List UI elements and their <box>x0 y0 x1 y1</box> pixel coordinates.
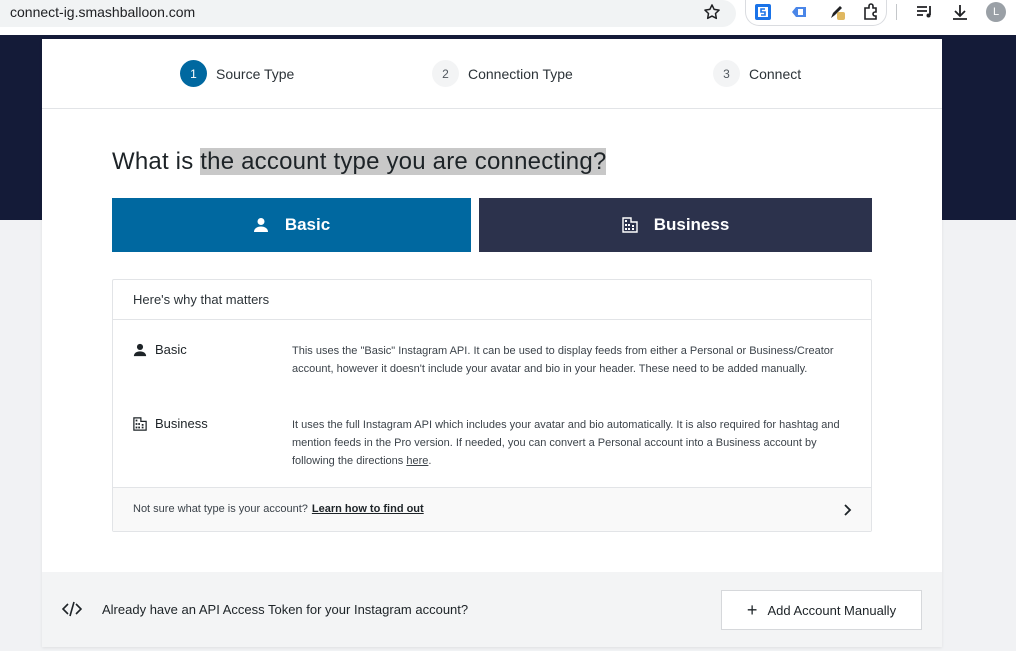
media-control-icon[interactable] <box>915 2 935 22</box>
code-icon <box>62 601 82 617</box>
business-name-label: Business <box>155 416 208 431</box>
step-number: 1 <box>180 60 207 87</box>
account-type-question: Not sure what type is your account? Learn… <box>133 503 424 515</box>
plus-icon: + <box>746 600 758 620</box>
basic-account-button[interactable]: Basic <box>112 198 471 252</box>
building-icon <box>622 217 638 233</box>
title-highlight: the account type you are connecting? <box>200 148 607 175</box>
business-account-button[interactable]: Business <box>479 198 872 252</box>
browser-toolbar: connect-ig.smashballoon.com L <box>0 0 1016 35</box>
step-label: Connection Type <box>468 65 573 82</box>
profile-avatar[interactable]: L <box>986 2 1006 22</box>
info-title: Here's why that matters <box>133 292 270 307</box>
step-connect: 3 Connect <box>713 60 801 87</box>
business-desc-end: . <box>428 455 432 467</box>
add-account-label: Add Account Manually <box>767 602 897 618</box>
question-text: Not sure what type is your account? <box>133 503 308 515</box>
basic-name: Basic <box>133 342 187 357</box>
bookmark-star-icon[interactable] <box>702 2 722 22</box>
user-icon <box>253 218 268 232</box>
extensions-group <box>745 0 887 26</box>
here-link[interactable]: here <box>406 455 428 467</box>
basic-name-label: Basic <box>155 342 187 357</box>
page-title: What is the account type you are connect… <box>112 148 607 176</box>
step-label: Connect <box>749 65 802 82</box>
download-icon[interactable] <box>950 2 970 22</box>
extension-pen-icon[interactable] <box>828 3 846 21</box>
add-account-manually-button[interactable]: + Add Account Manually <box>721 590 922 630</box>
basic-description: This uses the "Basic" Instagram API. It … <box>292 345 834 375</box>
step-number: 2 <box>432 60 459 87</box>
stepper: 1 Source Type 2 Connection Type 3 Connec… <box>42 39 942 109</box>
user-icon <box>133 343 147 356</box>
business-desc-text: It uses the full Instagram API which inc… <box>292 419 840 467</box>
extensions-puzzle-icon[interactable] <box>862 3 880 21</box>
step-label: Source Type <box>216 65 295 82</box>
connect-card: 1 Source Type 2 Connection Type 3 Connec… <box>42 39 942 647</box>
building-icon <box>133 416 147 431</box>
address-bar[interactable]: connect-ig.smashballoon.com <box>0 0 736 27</box>
business-name: Business <box>133 416 208 431</box>
manual-token-bar: Already have an API Access Token for you… <box>42 572 942 647</box>
extension-tag-icon[interactable] <box>790 3 808 21</box>
url-text: connect-ig.smashballoon.com <box>10 4 196 20</box>
extension-s-icon[interactable] <box>754 3 772 21</box>
chevron-right-icon[interactable] <box>841 503 853 517</box>
step-number: 3 <box>713 60 740 87</box>
title-start: What is <box>112 148 201 175</box>
token-question: Already have an API Access Token for you… <box>102 602 469 617</box>
info-header: Here's why that matters <box>113 280 871 320</box>
toolbar-divider <box>896 4 897 20</box>
business-button-label: Business <box>653 215 730 234</box>
step-connection-type: 2 Connection Type <box>432 60 573 87</box>
basic-button-label: Basic <box>284 215 331 234</box>
learn-how-link[interactable]: Learn how to find out <box>312 503 424 515</box>
business-description: It uses the full Instagram API which inc… <box>292 416 852 470</box>
info-panel: Here's why that matters Basic This uses … <box>112 279 872 532</box>
learn-more-row[interactable]: Not sure what type is your account? Learn… <box>113 487 871 531</box>
step-source-type: 1 Source Type <box>180 60 294 87</box>
